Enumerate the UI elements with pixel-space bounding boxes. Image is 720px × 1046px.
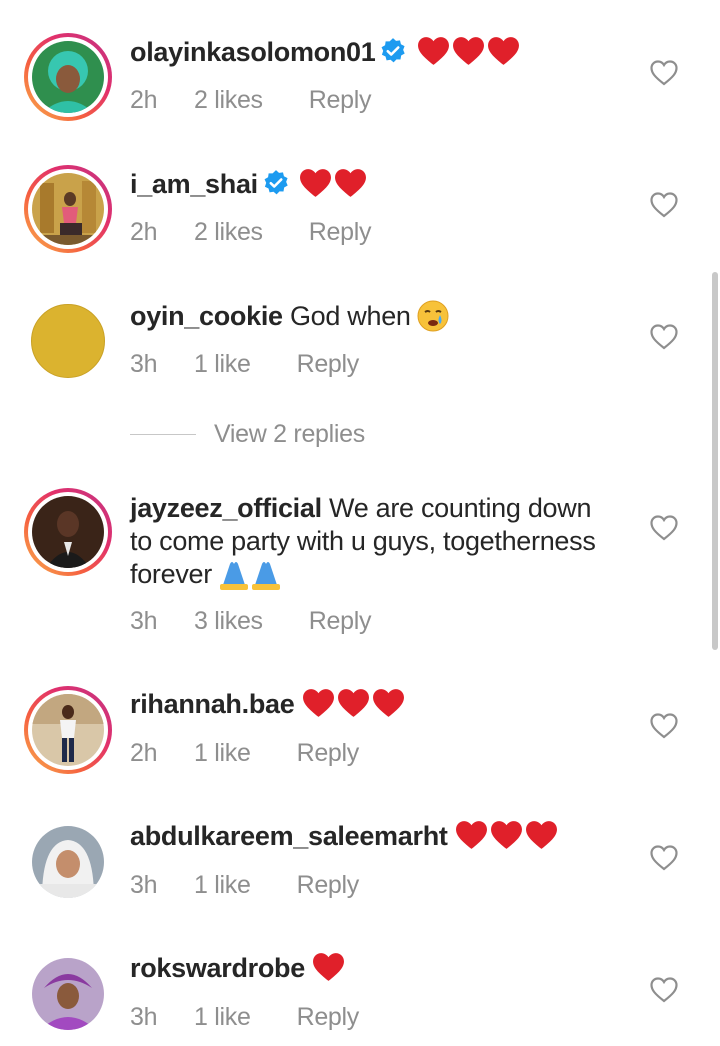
comment-time: 3h xyxy=(130,350,158,378)
heart-outline-icon[interactable] xyxy=(650,713,678,739)
comment-text: God when xyxy=(289,301,411,331)
crying-face-icon xyxy=(417,300,449,340)
heart-emoji-icon xyxy=(455,821,487,849)
comment-text: We are counting down xyxy=(329,493,592,523)
comment-likes[interactable]: 2 likes xyxy=(194,218,263,247)
comment-time: 3h xyxy=(130,1003,158,1031)
reply-button[interactable]: Reply xyxy=(309,607,372,636)
comment-likes[interactable]: 1 like xyxy=(194,871,251,900)
divider xyxy=(130,434,196,435)
reply-button[interactable]: Reply xyxy=(297,350,360,379)
avatar[interactable] xyxy=(24,297,112,385)
heart-outline-icon[interactable] xyxy=(650,60,678,86)
heart-outline-icon[interactable] xyxy=(650,515,678,541)
avatar[interactable] xyxy=(24,165,112,253)
comment-time: 2h xyxy=(130,86,158,114)
heart-outline-icon[interactable] xyxy=(650,977,678,1003)
verified-badge-icon xyxy=(262,169,290,205)
heart-emoji-group xyxy=(299,169,369,199)
heart-emoji-group xyxy=(302,689,407,719)
heart-emoji-group xyxy=(417,37,522,67)
avatar[interactable] xyxy=(24,686,112,774)
heart-emoji-icon xyxy=(372,689,404,717)
comment-likes[interactable]: 1 like xyxy=(194,350,251,379)
comment-likes[interactable]: 1 like xyxy=(194,1003,251,1032)
heart-outline-icon[interactable] xyxy=(650,324,678,350)
heart-emoji-icon xyxy=(417,37,449,65)
heart-emoji-group xyxy=(312,953,347,983)
reply-button[interactable]: Reply xyxy=(297,871,360,900)
heart-emoji-icon xyxy=(452,37,484,65)
comment-text: forever xyxy=(130,559,212,589)
comment-username[interactable]: abdulkareem_saleemarht xyxy=(130,821,448,851)
heart-emoji-icon xyxy=(335,169,367,197)
comment-username[interactable]: oyin_cookie xyxy=(130,301,283,331)
comment-likes[interactable]: 2 likes xyxy=(194,86,263,115)
verified-badge-icon xyxy=(379,37,407,73)
folded-hands-icon xyxy=(218,558,282,598)
heart-emoji-icon xyxy=(313,953,345,981)
heart-outline-icon[interactable] xyxy=(650,192,678,218)
heart-emoji-icon xyxy=(525,821,557,849)
reply-button[interactable]: Reply xyxy=(297,1003,360,1032)
comment-username[interactable]: rokswardrobe xyxy=(130,953,305,983)
comment-time: 2h xyxy=(130,739,158,767)
heart-emoji-icon xyxy=(337,689,369,717)
reply-button[interactable]: Reply xyxy=(297,739,360,768)
scrollbar[interactable] xyxy=(712,272,718,650)
comment-username[interactable]: jayzeez_official xyxy=(130,493,322,523)
comment-username[interactable]: rihannah.bae xyxy=(130,689,295,719)
heart-outline-icon[interactable] xyxy=(650,845,678,871)
comment-time: 3h xyxy=(130,607,158,635)
heart-emoji-icon xyxy=(300,169,332,197)
avatar[interactable] xyxy=(24,33,112,121)
view-replies-button[interactable]: View 2 replies xyxy=(130,420,365,449)
comment-likes[interactable]: 3 likes xyxy=(194,607,263,636)
view-replies-label: View 2 replies xyxy=(214,420,365,448)
comment-username[interactable]: olayinkasolomon01 xyxy=(130,37,376,67)
heart-emoji-icon xyxy=(302,689,334,717)
heart-emoji-icon xyxy=(487,37,519,65)
heart-emoji-icon xyxy=(490,821,522,849)
comments-list: olayinkasolomon01 2h 2 likes Reply i_am_… xyxy=(0,0,720,1046)
avatar[interactable] xyxy=(24,950,112,1038)
avatar[interactable] xyxy=(24,488,112,576)
heart-emoji-group xyxy=(455,821,560,851)
comment-username[interactable]: i_am_shai xyxy=(130,169,258,199)
reply-button[interactable]: Reply xyxy=(309,218,372,247)
comment-text: to come party with u guys, togetherness xyxy=(130,526,596,556)
avatar[interactable] xyxy=(24,818,112,906)
comment-time: 3h xyxy=(130,871,158,899)
comment-time: 2h xyxy=(130,218,158,246)
reply-button[interactable]: Reply xyxy=(309,86,372,115)
comment-likes[interactable]: 1 like xyxy=(194,739,251,768)
